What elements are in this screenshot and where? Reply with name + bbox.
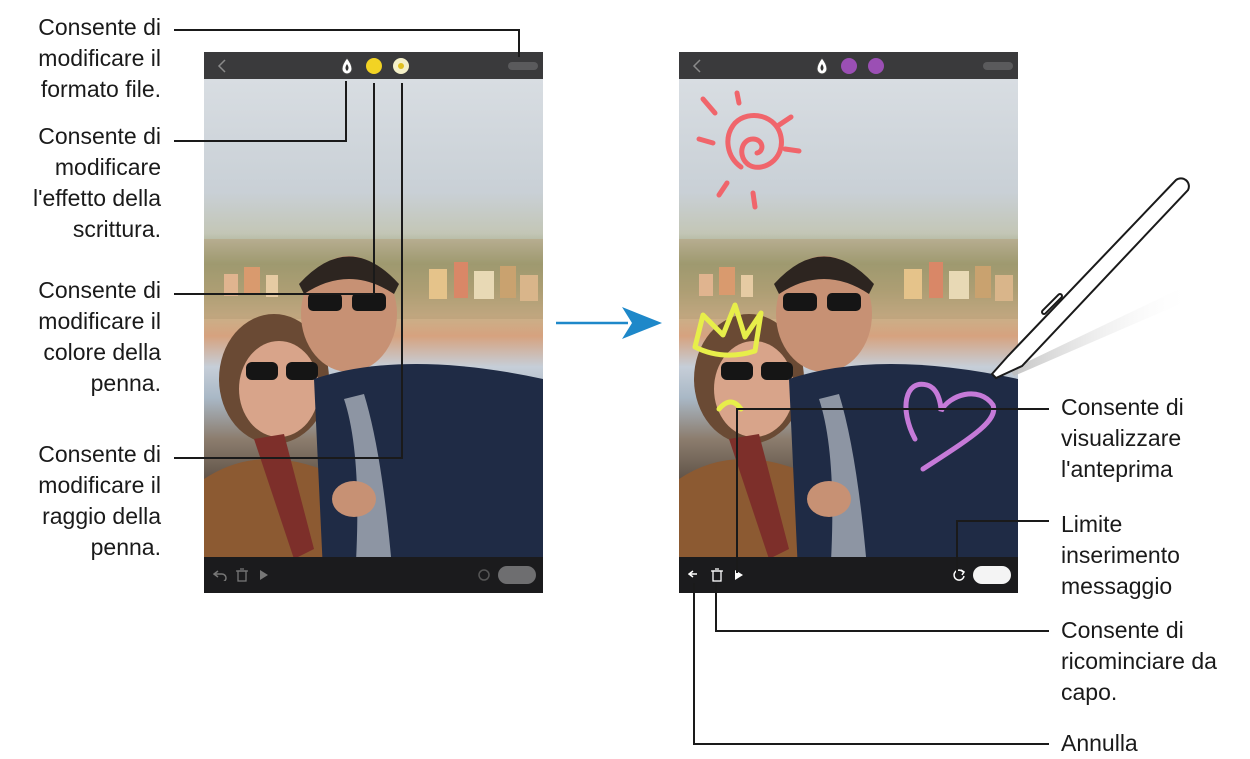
callout-pen-color: Consente di modificare il colore della p… bbox=[38, 275, 161, 399]
editor-top-bar bbox=[679, 52, 1018, 79]
editor-bottom-bar bbox=[204, 557, 543, 593]
file-format-button[interactable] bbox=[983, 62, 1013, 70]
callout-line: Consente di bbox=[38, 277, 161, 303]
right-device-screen bbox=[679, 52, 1018, 593]
pen-effect-button[interactable] bbox=[812, 55, 832, 77]
editor-top-bar bbox=[204, 52, 543, 79]
callout-line: Consente di bbox=[38, 441, 161, 467]
back-icon bbox=[692, 59, 701, 73]
callout-line: Consente di bbox=[38, 123, 161, 149]
delete-button[interactable] bbox=[232, 565, 252, 585]
callout-line: l'effetto della bbox=[32, 185, 161, 211]
back-button[interactable] bbox=[687, 56, 707, 76]
message-limit-indicator bbox=[949, 565, 969, 585]
callout-line: modificare il bbox=[38, 308, 161, 334]
refresh-icon bbox=[478, 569, 490, 581]
leader-line bbox=[373, 83, 375, 295]
leader-line bbox=[401, 83, 403, 459]
callout-restart: Consente di ricominciare da capo. bbox=[1061, 615, 1217, 708]
back-button[interactable] bbox=[212, 56, 232, 76]
pen-effect-icon bbox=[341, 57, 353, 75]
done-button[interactable] bbox=[498, 566, 536, 584]
callout-line: Consente di bbox=[1061, 617, 1184, 643]
leader-line bbox=[715, 583, 717, 632]
leader-line bbox=[715, 630, 1049, 632]
callout-line: visualizzare bbox=[1061, 425, 1182, 451]
callout-line: penna. bbox=[90, 370, 161, 396]
file-format-button[interactable] bbox=[508, 62, 538, 70]
preview-button[interactable] bbox=[254, 565, 274, 585]
photo-illustration bbox=[679, 90, 1018, 593]
editor-bottom-bar bbox=[679, 557, 1018, 593]
delete-button[interactable] bbox=[707, 565, 727, 585]
pen-color-button[interactable] bbox=[366, 58, 382, 74]
pen-effect-button[interactable] bbox=[337, 55, 357, 77]
callout-line: Limite bbox=[1061, 511, 1123, 537]
play-icon bbox=[260, 570, 268, 580]
callout-line: modificare il bbox=[38, 45, 161, 71]
pen-effect-icon bbox=[816, 57, 828, 75]
undo-icon bbox=[213, 570, 227, 581]
leader-line bbox=[174, 29, 519, 31]
callout-line: messaggio bbox=[1061, 573, 1173, 599]
pen-radius-button[interactable] bbox=[868, 58, 884, 74]
callout-line: ricominciare da bbox=[1061, 648, 1217, 674]
callout-line: inserimento bbox=[1061, 542, 1180, 568]
sun-drawing bbox=[696, 90, 802, 210]
callout-line: penna. bbox=[90, 534, 161, 560]
refresh-icon bbox=[953, 569, 966, 581]
undo-button[interactable] bbox=[685, 565, 705, 585]
leader-line bbox=[693, 743, 1049, 745]
pen-radius-dot bbox=[398, 63, 404, 69]
selfie-photo-with-drawings bbox=[679, 79, 1018, 593]
callout-pen-radius: Consente di modificare il raggio della p… bbox=[38, 439, 161, 563]
trash-icon bbox=[711, 568, 723, 582]
done-button[interactable] bbox=[973, 566, 1011, 584]
leader-line bbox=[174, 140, 346, 142]
leader-line bbox=[956, 520, 958, 573]
leader-line bbox=[518, 29, 520, 57]
callout-line: modificare bbox=[54, 154, 161, 180]
transition-arrow-icon bbox=[556, 307, 662, 339]
callout-undo: Annulla bbox=[1061, 728, 1138, 759]
callout-line: colore della bbox=[43, 339, 161, 365]
callout-line: capo. bbox=[1061, 679, 1118, 705]
callout-line: Consente di bbox=[38, 14, 161, 40]
pen-radius-button[interactable] bbox=[393, 58, 409, 74]
leader-line bbox=[736, 408, 738, 573]
back-icon bbox=[217, 59, 226, 73]
s-pen-stylus-icon bbox=[990, 177, 1194, 380]
leader-line bbox=[957, 520, 1049, 522]
leader-line bbox=[174, 293, 374, 295]
callout-line: scrittura. bbox=[72, 216, 161, 242]
undo-button[interactable] bbox=[210, 565, 230, 585]
trash-icon bbox=[236, 568, 248, 582]
callout-line: raggio della bbox=[42, 503, 161, 529]
message-limit-indicator bbox=[474, 565, 494, 585]
callout-line: Annulla bbox=[1061, 730, 1138, 756]
callout-line: modificare il bbox=[38, 472, 161, 498]
preview-button[interactable] bbox=[729, 565, 749, 585]
callout-line: l'anteprima bbox=[1061, 456, 1173, 482]
leader-line bbox=[174, 457, 402, 459]
callout-writing-effect: Consente di modificare l'effetto della s… bbox=[33, 121, 161, 245]
undo-icon bbox=[688, 570, 697, 578]
leader-line bbox=[345, 81, 347, 142]
pen-color-button[interactable] bbox=[841, 58, 857, 74]
callout-line: formato file. bbox=[40, 76, 161, 102]
callout-file-format: Consente di modificare il formato file. bbox=[38, 12, 161, 105]
leader-line bbox=[693, 583, 695, 745]
callout-message-limit: Limite inserimento messaggio bbox=[1061, 509, 1180, 602]
leader-line bbox=[736, 408, 1049, 410]
